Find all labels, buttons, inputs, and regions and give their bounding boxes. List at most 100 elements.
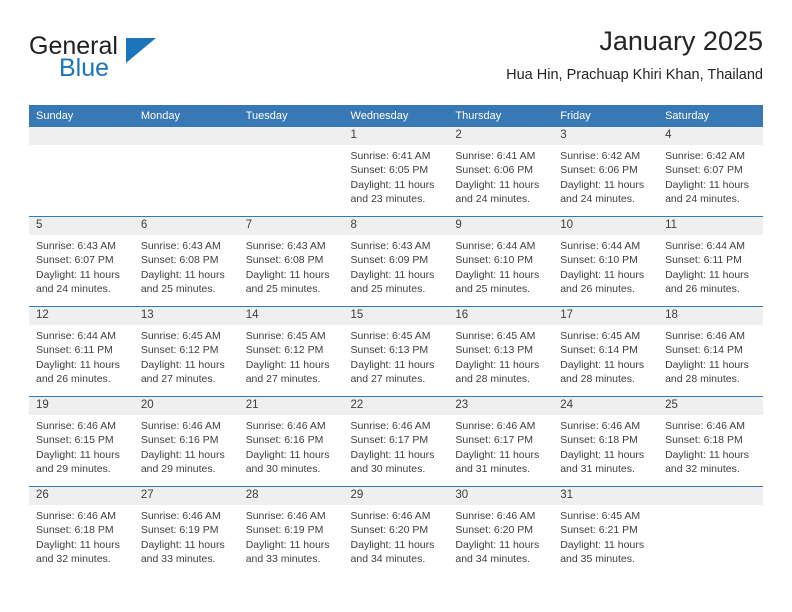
day-info-line: Sunset: 6:13 PM bbox=[350, 344, 429, 357]
day-info-line: Daylight: 11 hours bbox=[350, 538, 435, 551]
calendar-day-cell[interactable]: 21 Sunrise: 6:46 AM Sunset: 6:16 PM Dayligh… bbox=[238, 396, 344, 487]
calendar-day-cell-empty bbox=[133, 127, 239, 217]
day-info-line: Daylight: 11 hours bbox=[560, 538, 645, 551]
calendar-head: Sunday Monday Tuesday Wednesday Thursday… bbox=[29, 105, 763, 127]
day-info-line: Sunset: 6:07 PM bbox=[36, 254, 114, 267]
day-number: 25 bbox=[658, 397, 763, 415]
day-info-line: Sunset: 6:17 PM bbox=[455, 434, 534, 447]
day-info-line: Sunrise: 6:46 AM bbox=[665, 420, 746, 432]
day-sun-info: Sunrise: 6:45 AM Sunset: 6:12 PM Daylight:… bbox=[239, 325, 344, 386]
day-sun-info bbox=[134, 145, 239, 149]
day-info-line: Sunrise: 6:46 AM bbox=[560, 420, 641, 432]
day-number: 9 bbox=[448, 217, 554, 235]
day-info-line: Sunrise: 6:45 AM bbox=[140, 330, 221, 342]
day-info-line: and 32 minutes. bbox=[665, 462, 740, 475]
day-info-line: and 25 minutes. bbox=[245, 282, 321, 295]
day-info-line: Daylight: 11 hours bbox=[455, 448, 540, 461]
calendar-day-cell[interactable]: 6 Sunrise: 6:43 AM Sunset: 6:08 PM Daylight… bbox=[133, 216, 239, 307]
calendar-day-cell[interactable]: 11 Sunrise: 6:44 AM Sunset: 6:11 PM Dayligh… bbox=[658, 216, 763, 307]
day-info-line: Sunrise: 6:45 AM bbox=[350, 330, 431, 342]
calendar-day-cell[interactable]: 29 Sunrise: 6:46 AM Sunset: 6:20 PM Dayligh… bbox=[343, 486, 449, 576]
day-number: 20 bbox=[133, 397, 239, 415]
day-info-line: and 35 minutes. bbox=[560, 552, 635, 565]
day-sun-info: Sunrise: 6:46 AM Sunset: 6:17 PM Daylight:… bbox=[344, 415, 449, 476]
day-number: 2 bbox=[448, 127, 554, 145]
day-sun-info bbox=[658, 505, 763, 509]
day-number: 14 bbox=[238, 307, 344, 325]
day-info-line: Sunset: 6:09 PM bbox=[350, 254, 429, 267]
day-number: 28 bbox=[238, 487, 344, 505]
day-info-line: and 32 minutes. bbox=[36, 552, 111, 565]
day-info-line: Sunrise: 6:41 AM bbox=[455, 150, 536, 162]
calendar-day-cell[interactable]: 13 Sunrise: 6:45 AM Sunset: 6:12 PM Dayligh… bbox=[133, 306, 239, 397]
calendar-day-cell[interactable]: 31 Sunrise: 6:45 AM Sunset: 6:21 PM Dayligh… bbox=[553, 486, 659, 576]
day-number: 27 bbox=[133, 487, 239, 505]
calendar-week-row: 12 Sunrise: 6:44 AM Sunset: 6:11 PM Dayligh… bbox=[29, 306, 763, 397]
calendar-day-cell[interactable]: 27 Sunrise: 6:46 AM Sunset: 6:19 PM Dayligh… bbox=[133, 486, 239, 576]
calendar-day-cell[interactable]: 23 Sunrise: 6:46 AM Sunset: 6:17 PM Dayligh… bbox=[448, 396, 554, 487]
day-info-line: Daylight: 11 hours bbox=[665, 268, 749, 281]
calendar-day-cell[interactable]: 15 Sunrise: 6:45 AM Sunset: 6:13 PM Dayligh… bbox=[343, 306, 449, 397]
calendar-body: 1 Sunrise: 6:41 AM Sunset: 6:05 PM Daylight… bbox=[29, 127, 763, 576]
calendar-day-cell[interactable]: 22 Sunrise: 6:46 AM Sunset: 6:17 PM Dayligh… bbox=[343, 396, 449, 487]
calendar-week-row: 5 Sunrise: 6:43 AM Sunset: 6:07 PM Daylight… bbox=[29, 216, 763, 307]
calendar-week-row: 19 Sunrise: 6:46 AM Sunset: 6:15 PM Dayligh… bbox=[29, 396, 763, 487]
calendar-day-cell[interactable]: 14 Sunrise: 6:45 AM Sunset: 6:12 PM Dayligh… bbox=[238, 306, 344, 397]
weekday-header-friday: Friday bbox=[553, 105, 659, 127]
day-info-line: Sunrise: 6:46 AM bbox=[350, 510, 431, 522]
day-info-line: Daylight: 11 hours bbox=[560, 268, 645, 281]
calendar-day-cell[interactable]: 2 Sunrise: 6:41 AM Sunset: 6:06 PM Daylight… bbox=[448, 127, 554, 217]
calendar-day-cell[interactable]: 7 Sunrise: 6:43 AM Sunset: 6:08 PM Daylight… bbox=[238, 216, 344, 307]
calendar-day-cell[interactable]: 9 Sunrise: 6:44 AM Sunset: 6:10 PM Daylight… bbox=[448, 216, 554, 307]
day-number: 18 bbox=[658, 307, 763, 325]
day-info-line: Daylight: 11 hours bbox=[140, 358, 225, 371]
calendar-day-cell[interactable]: 12 Sunrise: 6:44 AM Sunset: 6:11 PM Dayligh… bbox=[29, 306, 134, 397]
day-number: 7 bbox=[238, 217, 344, 235]
day-info-line: Daylight: 11 hours bbox=[36, 538, 120, 551]
calendar-day-cell[interactable]: 28 Sunrise: 6:46 AM Sunset: 6:19 PM Dayligh… bbox=[238, 486, 344, 576]
page-title: January 2025 bbox=[599, 26, 763, 56]
day-info-line: Sunrise: 6:46 AM bbox=[140, 420, 221, 432]
calendar-day-cell[interactable]: 16 Sunrise: 6:45 AM Sunset: 6:13 PM Dayligh… bbox=[448, 306, 554, 397]
general-blue-logo[interactable]: General Blue bbox=[29, 32, 229, 88]
calendar-day-cell[interactable]: 30 Sunrise: 6:46 AM Sunset: 6:20 PM Dayligh… bbox=[448, 486, 554, 576]
day-info-line: and 30 minutes. bbox=[245, 462, 321, 475]
calendar-day-cell[interactable]: 18 Sunrise: 6:46 AM Sunset: 6:14 PM Dayligh… bbox=[658, 306, 763, 397]
calendar-day-cell[interactable]: 4 Sunrise: 6:42 AM Sunset: 6:07 PM Daylight… bbox=[658, 127, 763, 217]
day-info-line: Sunset: 6:05 PM bbox=[350, 164, 429, 177]
calendar-day-cell[interactable]: 5 Sunrise: 6:43 AM Sunset: 6:07 PM Daylight… bbox=[29, 216, 134, 307]
day-sun-info: Sunrise: 6:46 AM Sunset: 6:17 PM Daylight:… bbox=[448, 415, 553, 476]
day-info-line: Daylight: 11 hours bbox=[140, 448, 225, 461]
calendar-week-row: 1 Sunrise: 6:41 AM Sunset: 6:05 PM Daylight… bbox=[29, 127, 763, 217]
calendar-day-cell[interactable]: 10 Sunrise: 6:44 AM Sunset: 6:10 PM Dayligh… bbox=[553, 216, 659, 307]
calendar-day-cell[interactable]: 20 Sunrise: 6:46 AM Sunset: 6:16 PM Dayligh… bbox=[133, 396, 239, 487]
day-info-line: Sunrise: 6:45 AM bbox=[455, 330, 536, 342]
day-sun-info: Sunrise: 6:46 AM Sunset: 6:18 PM Daylight:… bbox=[29, 505, 134, 566]
calendar-day-cell[interactable]: 25 Sunrise: 6:46 AM Sunset: 6:18 PM Dayligh… bbox=[658, 396, 763, 487]
weekday-header-sunday: Sunday bbox=[29, 105, 134, 127]
day-sun-info: Sunrise: 6:46 AM Sunset: 6:20 PM Daylight:… bbox=[448, 505, 553, 566]
calendar-day-cell[interactable]: 1 Sunrise: 6:41 AM Sunset: 6:05 PM Daylight… bbox=[343, 127, 449, 217]
day-info-line: Sunrise: 6:46 AM bbox=[350, 420, 431, 432]
day-number: 31 bbox=[553, 487, 659, 505]
calendar-day-cell[interactable]: 3 Sunrise: 6:42 AM Sunset: 6:06 PM Daylight… bbox=[553, 127, 659, 217]
day-info-line: Sunset: 6:07 PM bbox=[665, 164, 743, 177]
day-info-line: Sunset: 6:17 PM bbox=[350, 434, 429, 447]
title-block: January 2025 Hua Hin, Prachuap Khiri Kha… bbox=[506, 24, 763, 86]
calendar-day-cell[interactable]: 26 Sunrise: 6:46 AM Sunset: 6:18 PM Dayligh… bbox=[29, 486, 134, 576]
logo-text-blue: Blue bbox=[59, 54, 110, 82]
day-number: 5 bbox=[29, 217, 134, 235]
day-number: 10 bbox=[553, 217, 659, 235]
calendar-day-cell[interactable]: 24 Sunrise: 6:46 AM Sunset: 6:18 PM Dayligh… bbox=[553, 396, 659, 487]
day-info-line: Daylight: 11 hours bbox=[36, 358, 120, 371]
day-sun-info: Sunrise: 6:41 AM Sunset: 6:05 PM Daylight:… bbox=[344, 145, 449, 206]
calendar-day-cell[interactable]: 17 Sunrise: 6:45 AM Sunset: 6:14 PM Dayligh… bbox=[553, 306, 659, 397]
calendar-day-cell[interactable]: 19 Sunrise: 6:46 AM Sunset: 6:15 PM Dayligh… bbox=[29, 396, 134, 487]
day-sun-info: Sunrise: 6:46 AM Sunset: 6:19 PM Daylight:… bbox=[134, 505, 239, 566]
day-sun-info: Sunrise: 6:46 AM Sunset: 6:16 PM Daylight:… bbox=[134, 415, 239, 476]
day-info-line: Sunrise: 6:46 AM bbox=[665, 330, 746, 342]
day-info-line: Sunrise: 6:46 AM bbox=[245, 510, 326, 522]
day-info-line: Sunset: 6:08 PM bbox=[140, 254, 219, 267]
calendar-day-cell[interactable]: 8 Sunrise: 6:43 AM Sunset: 6:09 PM Daylight… bbox=[343, 216, 449, 307]
day-info-line: Daylight: 11 hours bbox=[350, 358, 435, 371]
